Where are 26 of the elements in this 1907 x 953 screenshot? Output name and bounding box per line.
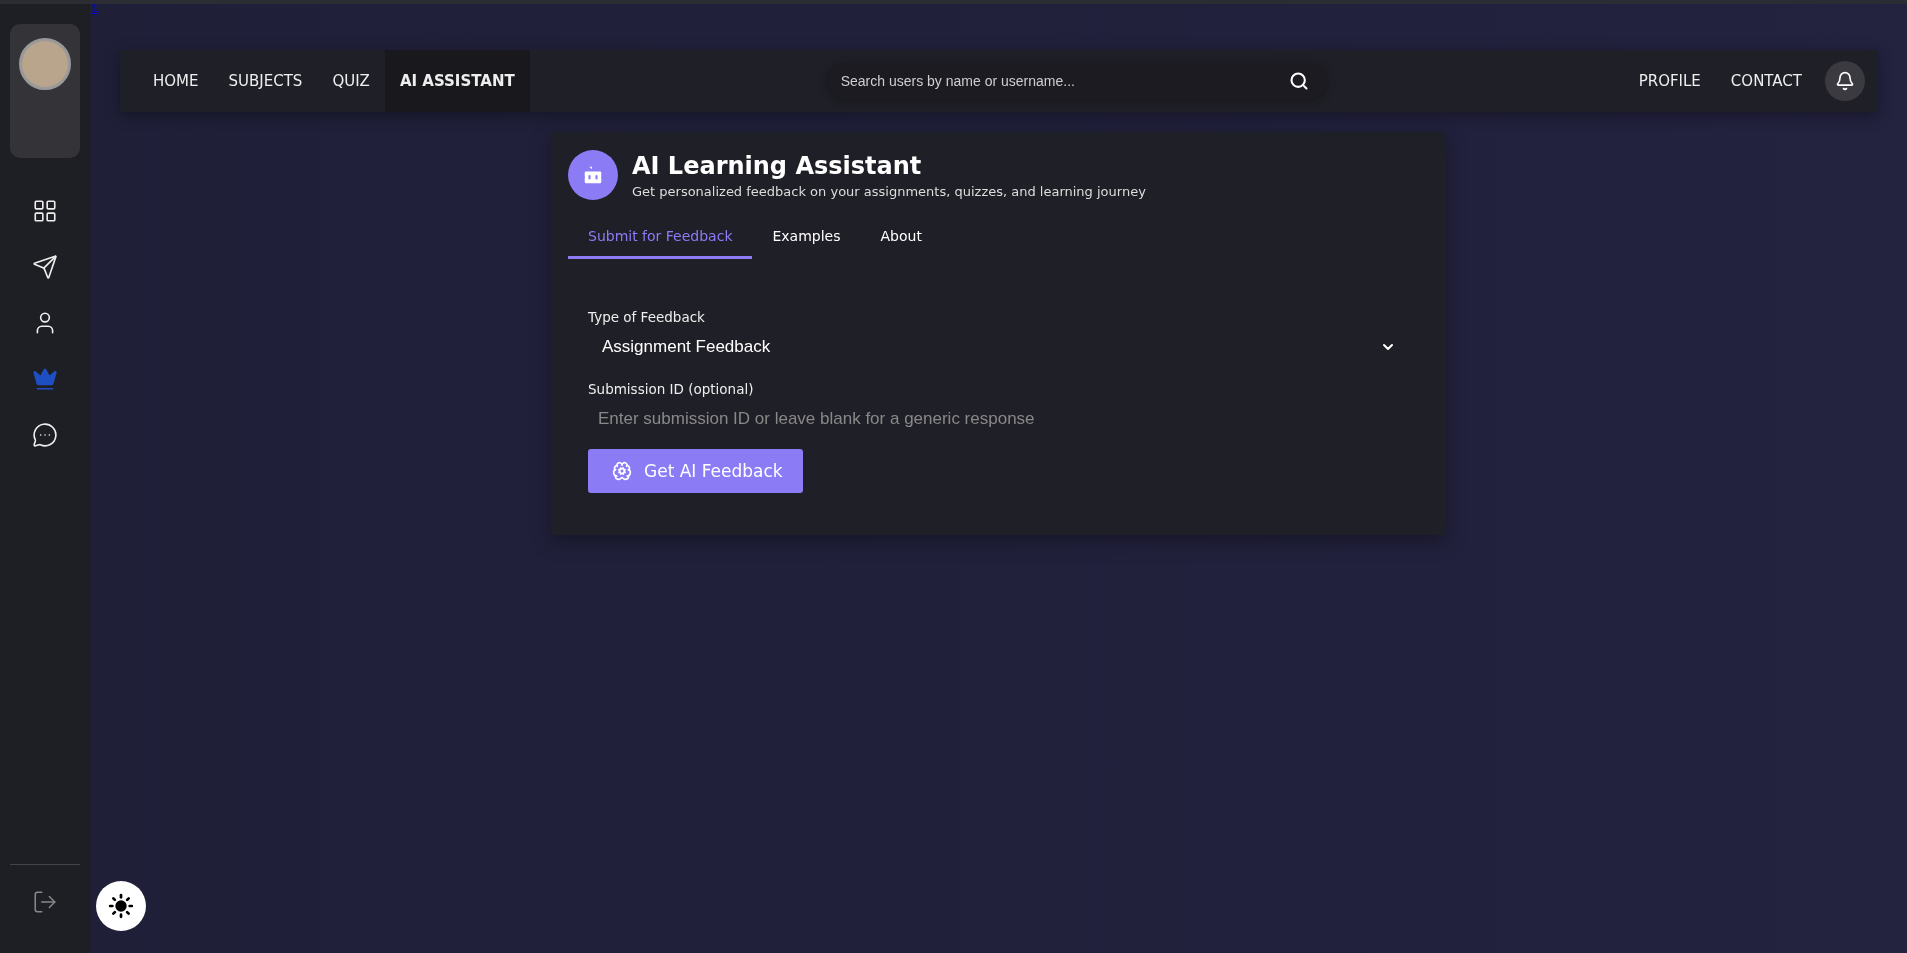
card-subtitle: Get personalized feedback on your assignments, quizzes, and learning journey: [632, 183, 1146, 199]
search-icon[interactable]: [1288, 71, 1309, 91]
dashboard-icon[interactable]: [32, 198, 58, 224]
search-field[interactable]: Search users by name or username...: [826, 63, 1327, 99]
feedback-type-select[interactable]: Assignment Feedback: [588, 327, 1408, 367]
nav-link[interactable]: AI ASSISTANT: [384, 50, 530, 112]
tab[interactable]: About: [860, 220, 942, 259]
field-label: Type of Feedback: [588, 309, 706, 325]
tab[interactable]: Submit for Feedback: [568, 220, 753, 259]
nav-link[interactable]: SUBJECTS: [213, 50, 318, 112]
nav-link[interactable]: CONTACT: [1715, 50, 1817, 112]
sun-icon[interactable]: [96, 881, 146, 931]
nav-link[interactable]: PROFILE: [1623, 50, 1716, 112]
head-gear-icon: [612, 461, 632, 481]
logout-icon[interactable]: [32, 889, 58, 915]
field-label: Submission ID (optional): [588, 381, 755, 397]
notification-bell-icon[interactable]: [1825, 61, 1865, 101]
card-title: AI Learning Assistant: [632, 151, 923, 180]
nav-link[interactable]: HOME: [138, 50, 214, 112]
paper-plane-icon[interactable]: [32, 254, 58, 280]
chat-bubble-icon[interactable]: [32, 422, 58, 448]
avatar[interactable]: [19, 38, 71, 90]
nav-link[interactable]: QUIZ: [317, 50, 385, 112]
robot-icon: [568, 150, 618, 200]
tab[interactable]: Examples: [752, 220, 861, 259]
input-field[interactable]: Enter submission ID or leave blank for a generic response: [588, 399, 1408, 439]
